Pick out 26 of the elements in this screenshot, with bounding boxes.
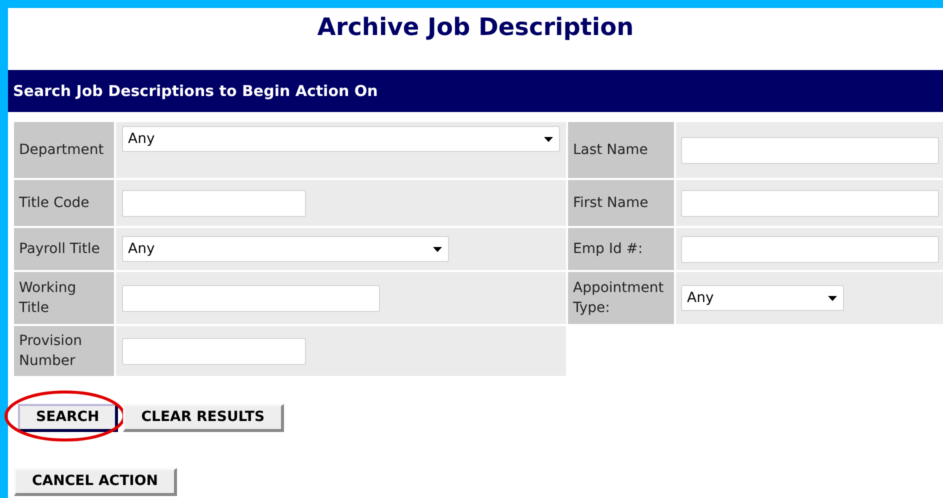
field-label: Payroll Title	[19, 240, 100, 259]
input-field[interactable]	[122, 284, 380, 312]
field-label: First Name	[573, 194, 648, 213]
section-header: Search Job Descriptions to Begin Action On	[8, 70, 943, 112]
field-label: Department	[19, 141, 104, 160]
page-title: Archive Job Description	[317, 12, 634, 43]
caret-icon	[544, 136, 553, 142]
action-button[interactable]: SEARCH	[18, 404, 118, 432]
caret-icon	[433, 246, 442, 252]
field-label: Title Code	[19, 194, 90, 213]
dropdown-field[interactable]: Any	[122, 236, 449, 262]
field-label: Emp Id #:	[573, 240, 643, 259]
dropdown-field[interactable]: Any	[122, 126, 560, 152]
input-field[interactable]	[681, 190, 939, 216]
field-label: Provision Number	[19, 332, 84, 371]
field-label: Last Name	[573, 141, 648, 160]
action-button[interactable]: CANCEL ACTION	[14, 468, 177, 496]
field-label: Working Title	[19, 279, 78, 318]
dropdown-field[interactable]: Any	[681, 285, 844, 311]
input-field[interactable]	[122, 190, 306, 216]
caret-icon	[828, 296, 837, 300]
input-field[interactable]	[681, 236, 939, 262]
input-field[interactable]	[122, 338, 306, 364]
input-field[interactable]	[681, 136, 939, 164]
action-button[interactable]: CLEAR RESULTS	[123, 404, 284, 432]
field-label: Appointment Type:	[573, 279, 665, 318]
